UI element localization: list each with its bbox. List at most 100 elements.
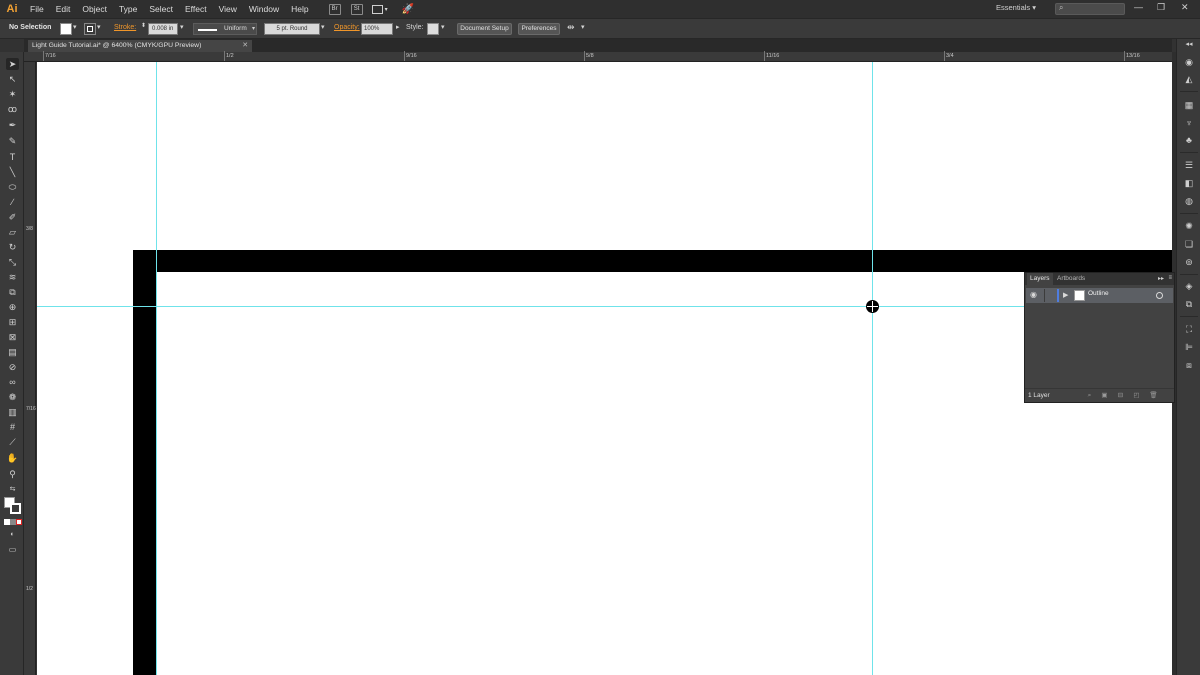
align-panel-icon[interactable]: ⊫ xyxy=(1183,342,1195,353)
variable-width-profile-dropdown[interactable]: Uniform ▾ xyxy=(193,23,257,35)
magic-wand-tool-icon[interactable]: ✶ xyxy=(6,88,19,100)
horizontal-guide[interactable] xyxy=(37,306,1172,307)
locate-object-icon[interactable]: ⌕ xyxy=(1085,391,1094,400)
draw-mode-icon[interactable]: ◐ xyxy=(6,529,19,541)
panel-menu-icon[interactable]: ≡ xyxy=(1168,275,1172,281)
transparency-panel-icon[interactable]: ◍ xyxy=(1183,196,1195,207)
scale-tool-icon[interactable]: ⤡ xyxy=(6,256,19,268)
create-sublayer-icon[interactable]: ⊟ xyxy=(1116,391,1125,400)
menu-object[interactable]: Object xyxy=(76,0,113,18)
color-panel-icon[interactable]: ◉ xyxy=(1183,57,1195,68)
tab-artboards[interactable]: Artboards xyxy=(1054,273,1088,285)
screen-mode-icon[interactable]: ▭ xyxy=(6,544,19,556)
swap-fill-stroke-icon[interactable]: ⇆ xyxy=(6,484,19,496)
menu-view[interactable]: View xyxy=(213,0,243,18)
graphic-style-swatch[interactable] xyxy=(427,23,439,35)
expand-triangle-icon[interactable]: ▶ xyxy=(1063,291,1068,299)
menu-select[interactable]: Select xyxy=(143,0,179,18)
layer-target-icon[interactable] xyxy=(1156,292,1163,299)
symbols-panel-icon[interactable]: ♣ xyxy=(1183,135,1195,146)
menu-effect[interactable]: Effect xyxy=(179,0,213,18)
control-bar-menu-icon[interactable]: ▾ xyxy=(581,23,585,31)
delete-layer-icon[interactable]: 🗑 xyxy=(1149,391,1158,400)
fill-swatch[interactable] xyxy=(60,23,72,35)
swatches-panel-icon[interactable]: ▦ xyxy=(1183,100,1195,111)
document-setup-button[interactable]: Document Setup xyxy=(457,23,512,35)
column-graph-tool-icon[interactable]: ▥ xyxy=(6,406,19,418)
stroke-weight-arrow[interactable]: ▾ xyxy=(180,23,184,31)
align-options-icon[interactable]: ⇹ xyxy=(567,22,575,33)
create-new-layer-icon[interactable]: ◰ xyxy=(1132,391,1141,400)
horizontal-ruler[interactable]: 7/16 1/2 9/16 5/8 11/16 3/4 13/16 xyxy=(24,51,1172,62)
stroke-label[interactable]: Stroke: xyxy=(114,24,136,31)
artboards-panel-icon[interactable]: ⧉ xyxy=(1183,299,1195,310)
opacity-label[interactable]: Opacity: xyxy=(334,24,360,31)
free-transform-tool-icon[interactable]: ⧉ xyxy=(6,286,19,298)
stroke-swatch-arrow[interactable]: ▾ xyxy=(97,23,101,31)
document-tab-close-icon[interactable]: ✕ xyxy=(242,40,248,52)
selection-tool-icon[interactable]: ➤ xyxy=(6,58,19,70)
outline-left-stroke[interactable] xyxy=(133,250,156,675)
brushes-panel-icon[interactable]: ♆ xyxy=(1183,118,1195,129)
maximize-button[interactable]: ❐ xyxy=(1157,2,1165,13)
close-button[interactable]: ✕ xyxy=(1181,2,1189,13)
zoom-tool-icon[interactable]: ⚲ xyxy=(6,468,19,480)
lock-toggle[interactable] xyxy=(1044,289,1056,302)
curvature-tool-icon[interactable]: ✎ xyxy=(6,135,19,147)
appearance-panel-icon[interactable]: ✺ xyxy=(1183,221,1195,232)
bridge-button[interactable]: Br xyxy=(328,3,341,15)
direct-selection-tool-icon[interactable]: ↖ xyxy=(6,73,19,85)
blend-tool-icon[interactable]: ∞ xyxy=(6,376,19,388)
panel-collapse-icon[interactable]: ▸▸ xyxy=(1158,275,1164,282)
gpu-performance-icon[interactable]: 🚀 xyxy=(402,4,414,15)
stroke-weight-field[interactable]: 0.008 in xyxy=(148,23,178,35)
opacity-field[interactable]: 100% xyxy=(361,23,393,35)
artboard-tool-icon[interactable]: # xyxy=(6,421,19,433)
pen-tool-icon[interactable]: ✒ xyxy=(6,119,19,131)
eraser-tool-icon[interactable]: ▱ xyxy=(6,226,19,238)
layers-panel-icon[interactable]: ◈ xyxy=(1183,281,1195,292)
vertical-guide[interactable] xyxy=(156,62,157,675)
none-mode-icon[interactable] xyxy=(16,519,22,525)
arrange-documents-button[interactable]: ▾ xyxy=(371,3,394,15)
rotate-tool-icon[interactable]: ↻ xyxy=(6,241,19,253)
perspective-grid-tool-icon[interactable]: ⊞ xyxy=(6,316,19,328)
search-input[interactable]: ⌕ xyxy=(1055,3,1125,15)
menu-help[interactable]: Help xyxy=(285,0,314,18)
line-tool-icon[interactable]: ╲ xyxy=(6,166,19,178)
stroke-color-icon[interactable] xyxy=(10,503,21,514)
image-trace-panel-icon[interactable]: ⊚ xyxy=(1183,257,1195,268)
pencil-tool-icon[interactable]: ✐ xyxy=(6,211,19,223)
hand-tool-icon[interactable]: ✋ xyxy=(6,452,19,464)
layer-row-outline[interactable]: ◉ ▶ Outline xyxy=(1026,288,1173,303)
shape-builder-tool-icon[interactable]: ⊕ xyxy=(6,301,19,313)
visibility-eye-icon[interactable]: ◉ xyxy=(1030,290,1037,299)
transform-panel-icon[interactable]: ⛶ xyxy=(1183,324,1195,335)
menu-type[interactable]: Type xyxy=(113,0,143,18)
document-tab[interactable]: Light Guide Tutorial.ai* @ 6400% (CMYK/G… xyxy=(28,40,252,52)
fill-dropdown-arrow[interactable]: ▾ xyxy=(73,23,77,31)
warp-tool-icon[interactable]: ≋ xyxy=(6,271,19,283)
paintbrush-tool-icon[interactable]: ∕ xyxy=(6,196,19,208)
minimize-button[interactable]: — xyxy=(1134,2,1143,12)
pathfinder-panel-icon[interactable]: ⧈ xyxy=(1183,360,1195,371)
ellipse-tool-icon[interactable]: ⬭ xyxy=(6,181,19,193)
opacity-arrow[interactable]: ▸ xyxy=(396,23,400,31)
dock-collapse-icon[interactable]: ◂◂ xyxy=(1183,39,1195,50)
menu-edit[interactable]: Edit xyxy=(50,0,77,18)
type-tool-icon[interactable]: T xyxy=(6,151,19,163)
make-clipping-mask-icon[interactable]: ▣ xyxy=(1100,391,1109,400)
tab-layers[interactable]: Layers xyxy=(1027,273,1053,285)
graphic-style-arrow[interactable]: ▾ xyxy=(441,23,445,31)
artboard-canvas[interactable] xyxy=(37,62,1172,675)
workspace-switcher[interactable]: Essentials ▾ xyxy=(996,3,1036,12)
stroke-panel-icon[interactable]: ☰ xyxy=(1183,160,1195,171)
outline-top-stroke[interactable] xyxy=(133,250,1172,272)
symbol-sprayer-tool-icon[interactable]: ❁ xyxy=(6,391,19,403)
vertical-ruler[interactable]: 3/8 7/16 1/2 xyxy=(24,62,36,675)
menu-window[interactable]: Window xyxy=(243,0,285,18)
stock-button[interactable]: St xyxy=(350,3,363,15)
brush-definition-arrow[interactable]: ▾ xyxy=(321,23,325,31)
lasso-tool-icon[interactable]: ꝏ xyxy=(6,103,19,115)
stroke-weight-stepper[interactable]: ⬍ xyxy=(141,22,146,29)
